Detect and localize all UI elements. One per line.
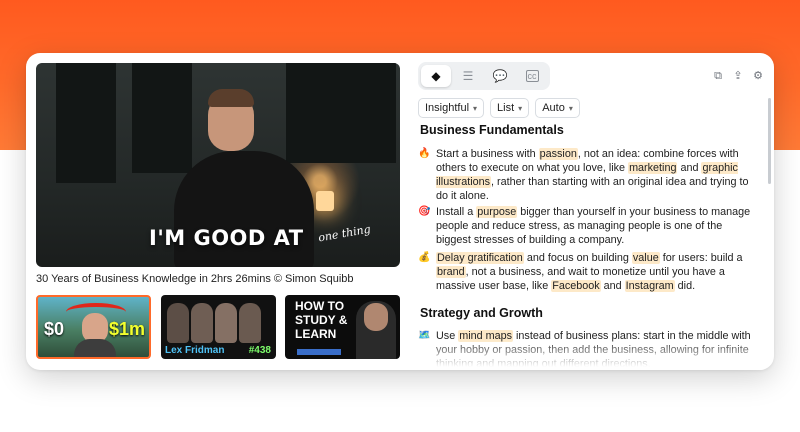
thumb-face — [215, 303, 237, 343]
summary-text: Delay gratification and focus on buildin… — [436, 252, 743, 292]
highlighted-term[interactable]: value — [631, 252, 660, 264]
chat-icon: 💬 — [492, 69, 508, 83]
diamond-icon: ◆ — [431, 69, 441, 83]
extension-card: I'M GOOD AT one thing 30 Years of Busine… — [26, 53, 774, 370]
captions-icon: cc — [525, 70, 539, 82]
copy-icon[interactable]: ⧉ — [712, 70, 724, 82]
video-title: 30 Years of Business Knowledge in 2hrs 2… — [36, 273, 354, 285]
window-panel — [56, 63, 116, 183]
highlighted-term[interactable]: purpose — [476, 206, 518, 218]
thumbnail-3[interactable]: HOW TO STUDY & LEARN — [285, 295, 400, 359]
chevron-down-icon: ▾ — [568, 103, 573, 113]
settings-icon[interactable]: ⚙ — [752, 70, 764, 82]
thumb-logo — [297, 349, 341, 355]
thumb-face — [167, 303, 189, 343]
video-player[interactable]: I'M GOOD AT one thing — [36, 63, 400, 267]
summary-item: 🔥 Start a business with passion, not an i… — [418, 147, 754, 203]
speaker-hair — [208, 89, 254, 107]
summary-item: 💰 Delay gratification and focus on buildi… — [418, 251, 754, 293]
thumb-host-name: Lex Fridman — [165, 345, 225, 356]
thumb-left-text: $0 — [44, 319, 65, 339]
summary-content: Business Fundamentals 🔥 Start a business … — [418, 123, 758, 370]
highlighted-term[interactable]: Instagram — [624, 280, 675, 292]
video-overlay-text: I'M GOOD AT — [149, 226, 304, 250]
scrollbar[interactable] — [768, 98, 771, 184]
tab-chat[interactable]: 💬 — [485, 65, 515, 87]
highlighted-term[interactable]: graphic illustrations — [436, 162, 738, 188]
lamp — [316, 191, 334, 211]
tab-captions[interactable]: cc — [517, 65, 547, 87]
toolbar: ⧉ ⇪ ⚙ — [712, 70, 764, 82]
format-value: List — [497, 102, 515, 114]
style-dropdown[interactable]: Insightful ▾ — [418, 98, 485, 118]
chevron-down-icon: ▾ — [518, 103, 523, 113]
mode-tabs: ◆ ☰ 💬 cc — [418, 62, 550, 90]
list-icon: ☰ — [462, 69, 474, 83]
content-fade — [418, 339, 764, 370]
highlighted-term[interactable]: Facebook — [551, 280, 601, 292]
format-dropdown[interactable]: List ▾ — [490, 98, 530, 118]
highlighted-term[interactable]: marketing — [628, 162, 678, 174]
section-heading: Strategy and Growth — [420, 306, 543, 320]
share-icon[interactable]: ⇪ — [732, 70, 744, 82]
tab-summary[interactable]: ◆ — [421, 65, 451, 87]
highlighted-term[interactable]: Delay gratification — [436, 252, 524, 264]
summary-controls: Insightful ▾ List ▾ Auto ▾ — [418, 98, 580, 118]
thumb-right-text: $1m — [108, 319, 145, 339]
emoji-icon: 💰 — [418, 252, 431, 263]
highlighted-term[interactable]: brand — [436, 266, 466, 278]
thumb-title: HOW TO STUDY & LEARN — [295, 299, 348, 341]
summary-text: Start a business with passion, not an id… — [436, 148, 749, 202]
thumb-torso — [74, 339, 116, 357]
section-heading-1: Business Fundamentals — [420, 123, 564, 137]
section-heading-2: Strategy and Growth — [420, 306, 543, 320]
language-dropdown[interactable]: Auto ▾ — [535, 98, 580, 118]
tab-list[interactable]: ☰ — [453, 65, 483, 87]
thumb-episode: #438 — [248, 345, 271, 356]
summary-item: 🎯 Install a purpose bigger than yourself … — [418, 205, 754, 247]
thumb-face — [239, 303, 261, 343]
thumbnail-1[interactable]: $0 $1m — [36, 295, 151, 359]
emoji-icon: 🎯 — [418, 206, 431, 217]
summary-text: Install a purpose bigger than yourself i… — [436, 206, 751, 246]
section-heading: Business Fundamentals — [420, 123, 564, 137]
highlighted-term[interactable]: passion — [538, 148, 578, 160]
video-overlay-script: one thing — [317, 222, 372, 245]
related-thumbnails: $0 $1m Lex Fridman #438 HOW TO STUDY & L… — [36, 295, 400, 359]
chevron-down-icon: ▾ — [473, 103, 478, 113]
emoji-icon: 🔥 — [418, 148, 431, 159]
thumb-face — [364, 303, 388, 331]
style-value: Insightful — [425, 102, 470, 114]
window-panel — [286, 63, 396, 163]
language-value: Auto — [542, 102, 565, 114]
window-panel — [132, 63, 192, 173]
thumbnail-2[interactable]: Lex Fridman #438 — [161, 295, 276, 359]
thumb-face — [191, 303, 213, 343]
